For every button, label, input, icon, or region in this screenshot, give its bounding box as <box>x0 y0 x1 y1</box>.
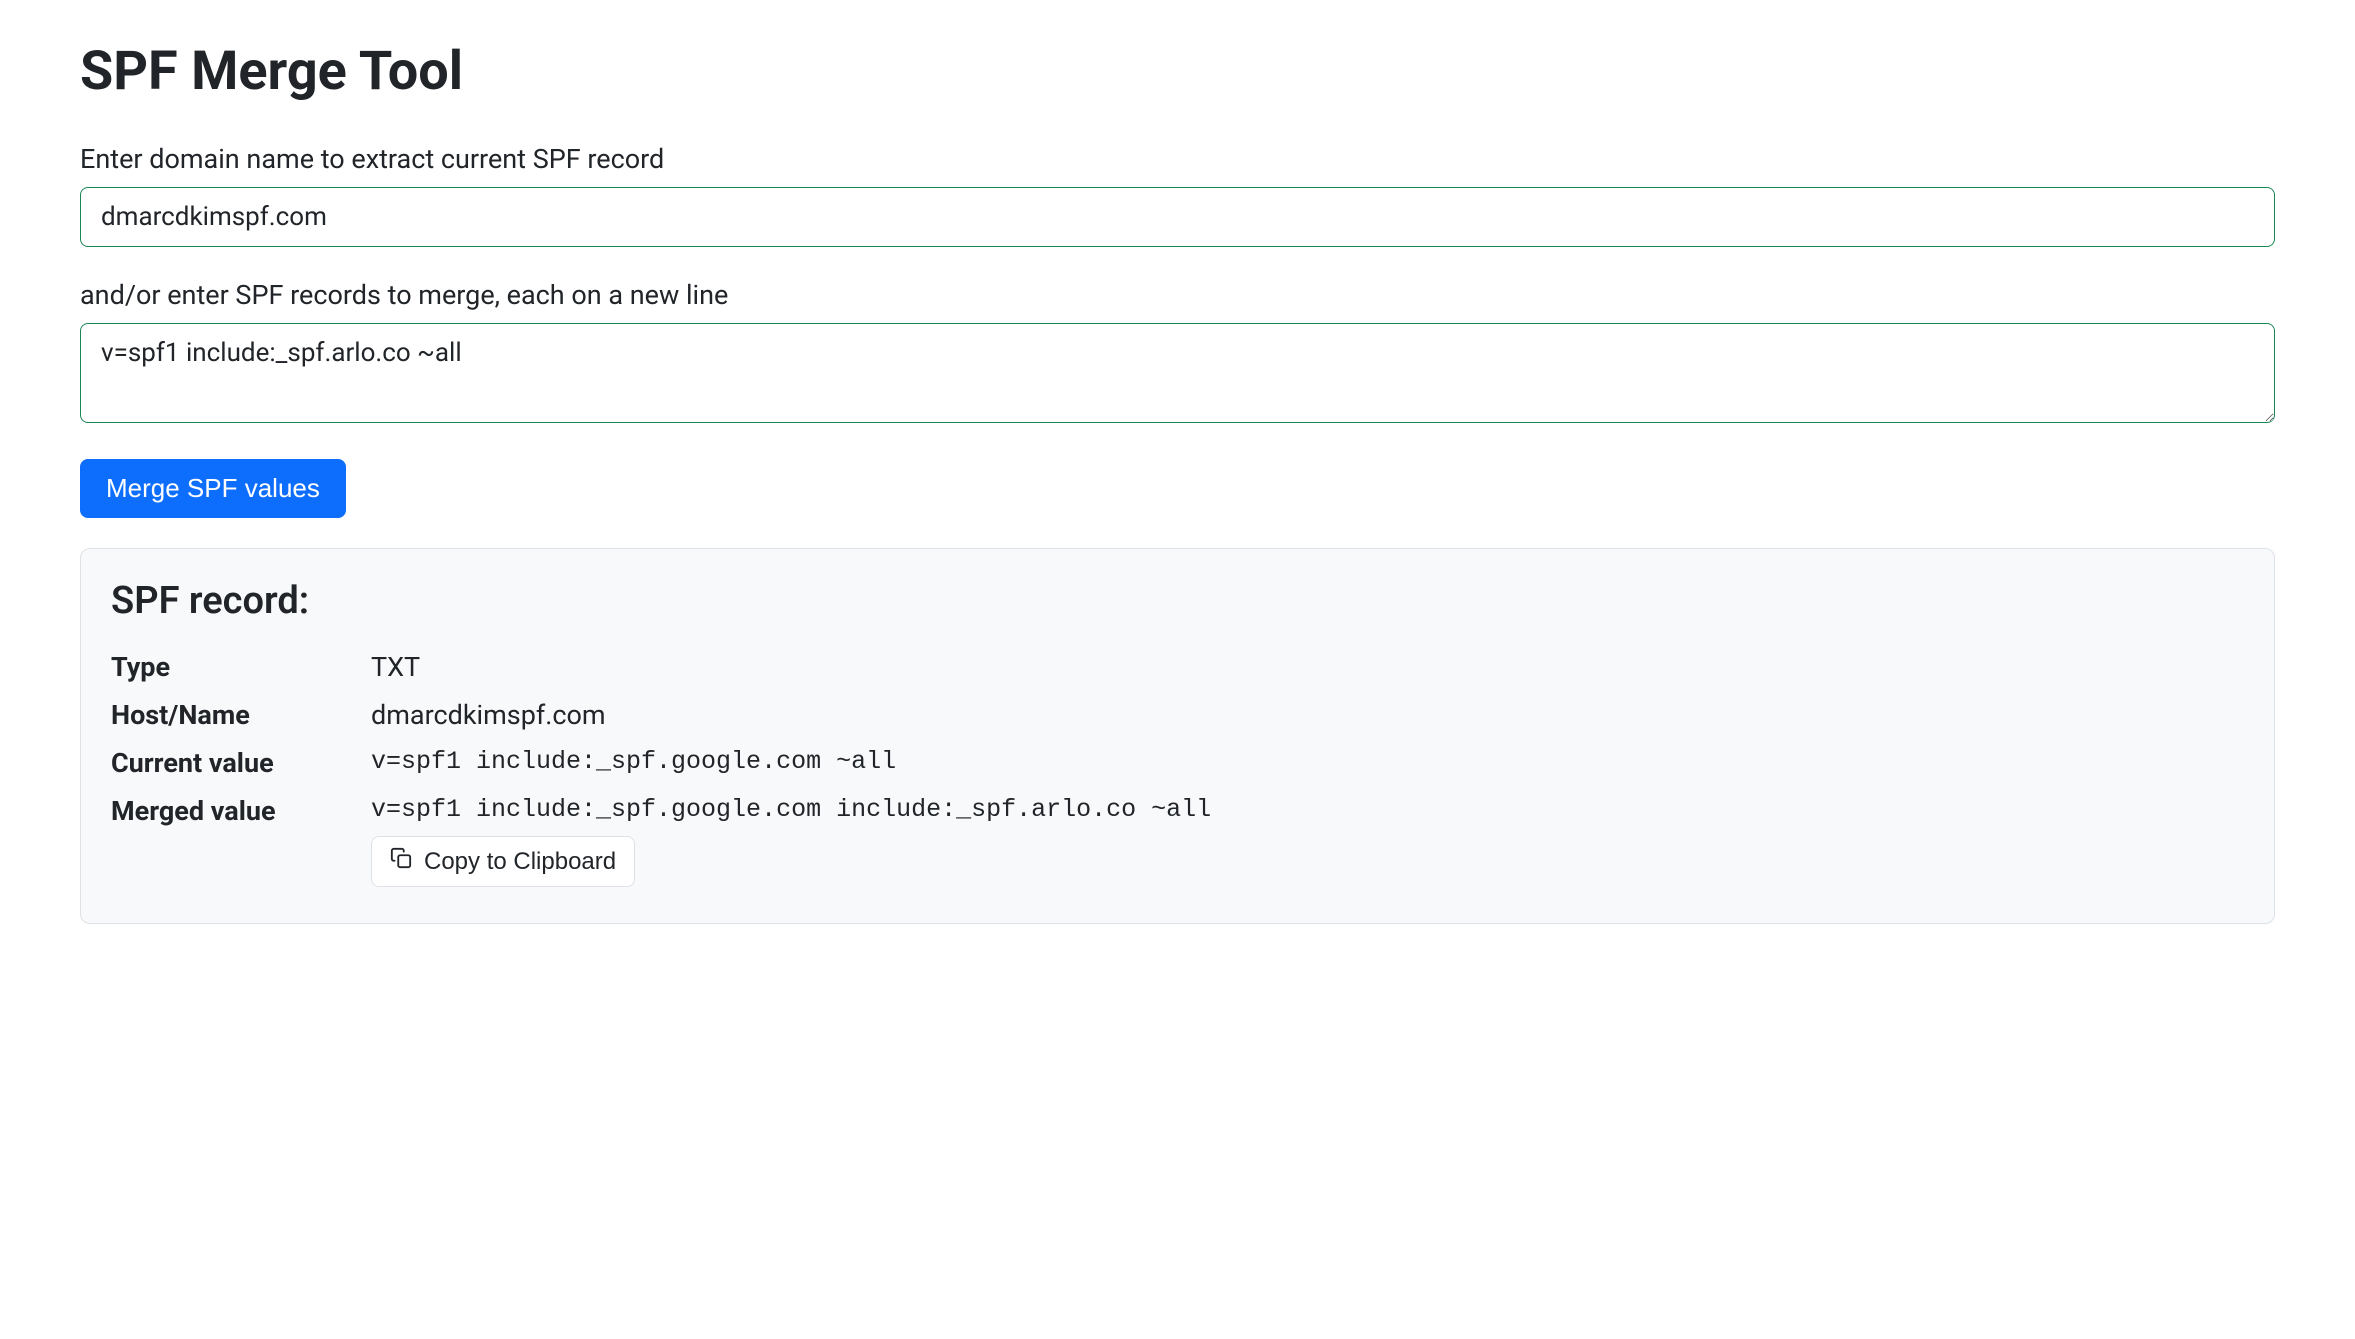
record-value-type: TXT <box>371 651 420 683</box>
record-label-merged: Merged value <box>111 795 371 827</box>
domain-input[interactable] <box>80 187 2275 247</box>
record-value-merged: v=spf1 include:_spf.google.com include:_… <box>371 795 1211 824</box>
records-textarea-label: and/or enter SPF records to merge, each … <box>80 279 2275 311</box>
copy-button-label: Copy to Clipboard <box>424 848 616 876</box>
result-card: SPF record: Type TXT Host/Name dmarcdkim… <box>80 548 2275 924</box>
copy-icon <box>390 847 412 876</box>
record-value-current: v=spf1 include:_spf.google.com ~all <box>371 747 896 776</box>
record-label-current: Current value <box>111 747 371 779</box>
copy-to-clipboard-button[interactable]: Copy to Clipboard <box>371 836 635 887</box>
result-heading: SPF record: <box>111 579 2244 623</box>
record-row-host: Host/Name dmarcdkimspf.com <box>111 699 2244 731</box>
record-value-host: dmarcdkimspf.com <box>371 699 606 731</box>
record-row-type: Type TXT <box>111 651 2244 683</box>
records-textarea[interactable]: v=spf1 include:_spf.arlo.co ~all <box>80 323 2275 423</box>
record-row-merged: Merged value v=spf1 include:_spf.google.… <box>111 795 2244 887</box>
record-row-current: Current value v=spf1 include:_spf.google… <box>111 747 2244 779</box>
domain-input-label: Enter domain name to extract current SPF… <box>80 143 2275 175</box>
record-label-type: Type <box>111 651 371 683</box>
merge-button[interactable]: Merge SPF values <box>80 459 346 518</box>
record-label-host: Host/Name <box>111 699 371 731</box>
page-title: SPF Merge Tool <box>80 40 2275 103</box>
